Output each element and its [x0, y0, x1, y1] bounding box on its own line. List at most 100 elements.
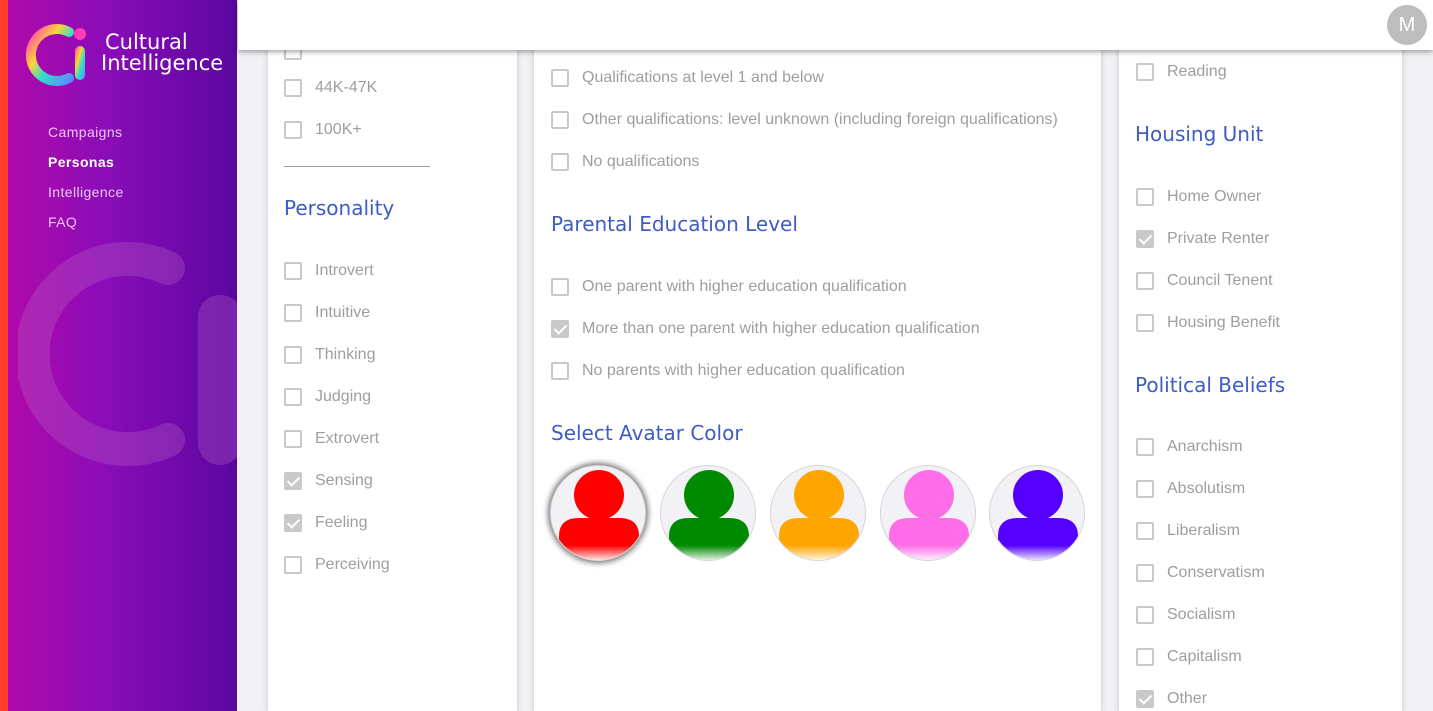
sidebar: Cultural Intelligence Campaigns Personas… [0, 0, 237, 711]
checkbox[interactable] [284, 472, 302, 490]
avatar-color-option[interactable] [550, 465, 646, 561]
checkbox[interactable] [1136, 690, 1154, 708]
housing-option[interactable]: Housing Benefit [1136, 312, 1280, 334]
checkbox[interactable] [1136, 648, 1154, 666]
option-label: Other qualifications: level unknown (inc… [582, 111, 1058, 128]
avatar-color-option[interactable] [770, 465, 866, 561]
checkbox[interactable] [551, 153, 569, 171]
sidebar-nav: Campaigns Personas Intelligence FAQ [48, 122, 124, 242]
housing-unit-title: Housing Unit [1135, 122, 1264, 146]
person-icon [998, 470, 1078, 560]
political-beliefs-title: Political Beliefs [1135, 373, 1286, 397]
income-option[interactable]: 44K-47K [284, 77, 377, 99]
political-option[interactable]: Socialism [1136, 604, 1235, 626]
hobby-option[interactable]: Reading [1136, 61, 1227, 83]
person-icon [669, 470, 749, 560]
housing-option[interactable]: Home Owner [1136, 186, 1261, 208]
option-label: 44K-47K [315, 79, 378, 96]
qualification-option[interactable]: Other qualifications: level unknown (inc… [551, 109, 1058, 131]
avatar-color-option[interactable] [660, 465, 756, 561]
qualification-option[interactable]: Qualifications at level 1 and below [551, 67, 824, 89]
political-option[interactable]: Conservatism [1136, 562, 1265, 584]
checkbox[interactable] [284, 121, 302, 139]
checkbox[interactable] [551, 111, 569, 129]
checkbox[interactable] [1136, 564, 1154, 582]
qualification-option[interactable]: No qualifications [551, 151, 699, 173]
checkbox[interactable] [1136, 230, 1154, 248]
checkbox[interactable] [284, 388, 302, 406]
option-label: Other [1167, 690, 1208, 707]
option-label: Reading [1167, 63, 1227, 80]
checkbox[interactable] [284, 79, 302, 97]
option-label: Anarchism [1167, 438, 1243, 455]
checkbox[interactable] [284, 262, 302, 280]
parental-education-title: Parental Education Level [551, 212, 798, 236]
option-label: Intuitive [315, 304, 371, 321]
panel-income-personality: 44K-47K 100K+ Personality Introvert Intu… [268, 0, 517, 711]
political-option[interactable]: Anarchism [1136, 436, 1243, 458]
checkbox[interactable] [551, 362, 569, 380]
option-label: Housing Benefit [1167, 314, 1280, 331]
checkbox[interactable] [551, 278, 569, 296]
person-icon [779, 470, 859, 560]
personality-option[interactable]: Intuitive [284, 302, 370, 324]
checkbox[interactable] [284, 514, 302, 532]
avatar-color-title: Select Avatar Color [551, 421, 743, 445]
checkbox[interactable] [1136, 63, 1154, 81]
checkbox[interactable] [284, 430, 302, 448]
option-label: Council Tenent [1167, 272, 1273, 289]
personality-title: Personality [284, 196, 395, 220]
option-label: No parents with higher education qualifi… [582, 362, 905, 379]
personality-option[interactable]: Thinking [284, 344, 375, 366]
option-label: Capitalism [1167, 648, 1242, 665]
parental-option[interactable]: No parents with higher education qualifi… [551, 360, 905, 382]
personality-option[interactable]: Feeling [284, 512, 367, 534]
brand-logo[interactable]: Cultural Intelligence [25, 20, 225, 90]
parental-option[interactable]: More than one parent with higher educati… [551, 318, 980, 340]
checkbox[interactable] [1136, 272, 1154, 290]
checkbox[interactable] [1136, 188, 1154, 206]
option-label: Liberalism [1167, 522, 1240, 539]
personality-option[interactable]: Perceiving [284, 554, 390, 576]
checkbox[interactable] [551, 69, 569, 87]
personality-option[interactable]: Introvert [284, 260, 374, 282]
brand-line2: Intelligence [101, 51, 224, 75]
option-label: Home Owner [1167, 188, 1262, 205]
housing-option[interactable]: Private Renter [1136, 228, 1269, 250]
checkbox[interactable] [1136, 522, 1154, 540]
person-icon [889, 470, 969, 560]
option-label: More than one parent with higher educati… [582, 320, 980, 337]
checkbox[interactable] [284, 556, 302, 574]
panel-education-avatar: Qualifications at level 1 and below Othe… [534, 0, 1101, 711]
avatar-color-option[interactable] [989, 465, 1085, 561]
user-avatar[interactable]: M [1387, 5, 1427, 45]
checkbox[interactable] [1136, 438, 1154, 456]
checkbox[interactable] [1136, 480, 1154, 498]
housing-option[interactable]: Council Tenent [1136, 270, 1273, 292]
personality-option[interactable]: Extrovert [284, 428, 379, 450]
option-label: Conservatism [1167, 564, 1265, 581]
option-label: No qualifications [582, 153, 700, 170]
personality-option[interactable]: Sensing [284, 470, 373, 492]
political-option[interactable]: Absolutism [1136, 478, 1245, 500]
option-label: Private Renter [1167, 230, 1270, 247]
option-label: 100K+ [315, 121, 362, 138]
parental-option[interactable]: One parent with higher education qualifi… [551, 276, 907, 298]
nav-intelligence[interactable]: Intelligence [48, 182, 124, 212]
checkbox[interactable] [1136, 314, 1154, 332]
checkbox[interactable] [284, 304, 302, 322]
nav-campaigns[interactable]: Campaigns [48, 122, 124, 152]
checkbox[interactable] [551, 320, 569, 338]
nav-personas[interactable]: Personas [48, 152, 124, 182]
political-option[interactable]: Capitalism [1136, 646, 1242, 668]
nav-faq[interactable]: FAQ [48, 212, 124, 242]
checkbox[interactable] [284, 346, 302, 364]
checkbox[interactable] [1136, 606, 1154, 624]
income-option[interactable]: 100K+ [284, 119, 362, 141]
political-option[interactable]: Other [1136, 688, 1207, 710]
sidebar-accent-edge [0, 0, 8, 711]
avatar-color-option[interactable] [880, 465, 976, 561]
personality-option[interactable]: Judging [284, 386, 371, 408]
option-label: Absolutism [1167, 480, 1246, 497]
political-option[interactable]: Liberalism [1136, 520, 1240, 542]
